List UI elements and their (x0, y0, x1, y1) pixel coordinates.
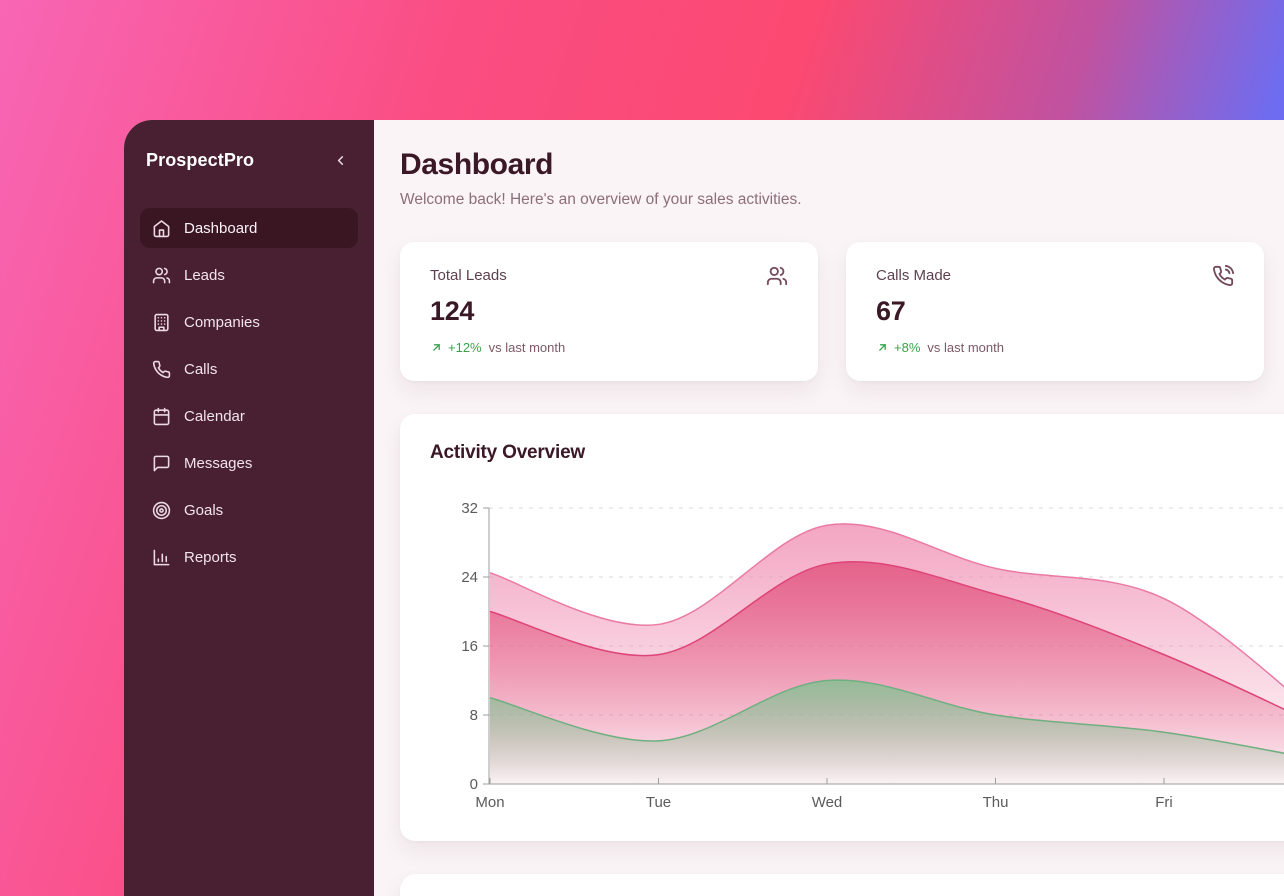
page-subtitle: Welcome back! Here's an overview of your… (400, 191, 1284, 209)
sidebar-item-label: Dashboard (184, 220, 257, 237)
svg-text:32: 32 (461, 500, 478, 517)
phone-icon (152, 360, 171, 379)
stat-value: 124 (430, 296, 788, 327)
sidebar-item-dashboard[interactable]: Dashboard (140, 208, 358, 248)
sidebar-item-label: Leads (184, 267, 225, 284)
svg-text:0: 0 (470, 776, 478, 793)
sidebar-item-companies[interactable]: Companies (140, 302, 358, 342)
main-content: Dashboard Welcome back! Here's an overvi… (374, 120, 1284, 896)
collapse-sidebar-button[interactable] (328, 148, 352, 172)
sidebar-item-label: Calls (184, 361, 217, 378)
stat-label: Calls Made (876, 267, 951, 284)
trend-value: +12% (448, 340, 482, 355)
stat-card-calls-made: Calls Made 67 +8% vs last month (846, 242, 1264, 381)
sidebar-item-reports[interactable]: Reports (140, 537, 358, 577)
home-icon (152, 219, 171, 238)
trend-suffix: vs last month (927, 340, 1004, 355)
svg-text:Thu: Thu (983, 794, 1009, 811)
sidebar-nav: Dashboard Leads Companies Calls Calendar… (140, 208, 358, 577)
sidebar-item-label: Companies (184, 314, 260, 331)
users-icon (766, 265, 788, 287)
sidebar-header: ProspectPro (140, 120, 358, 172)
trend-up-icon (876, 341, 889, 354)
svg-text:24: 24 (461, 569, 478, 586)
sidebar-item-calls[interactable]: Calls (140, 349, 358, 389)
stat-value: 67 (876, 296, 1234, 327)
page-title: Dashboard (400, 148, 1284, 182)
chevron-left-icon (333, 153, 348, 168)
svg-text:16: 16 (461, 638, 478, 655)
trend-up-icon (430, 341, 443, 354)
sidebar-item-messages[interactable]: Messages (140, 443, 358, 483)
svg-text:8: 8 (470, 707, 478, 724)
trend-suffix: vs last month (489, 340, 566, 355)
calendar-icon (152, 407, 171, 426)
brand-logo-text: ProspectPro (146, 150, 254, 171)
users-icon (152, 266, 171, 285)
phone-call-icon (1212, 265, 1234, 287)
activity-overview-card: Activity Overview 08162432MonTueWedThuFr… (400, 414, 1284, 841)
svg-text:Fri: Fri (1155, 794, 1173, 811)
app-window: ProspectPro Dashboard Leads Companies Ca… (124, 120, 1284, 896)
target-icon (152, 501, 171, 520)
stat-card-total-leads: Total Leads 124 +12% vs last month (400, 242, 818, 381)
desktop: { "sidebar": { "brand": "ProspectPro", "… (0, 0, 1284, 896)
svg-text:Wed: Wed (812, 794, 843, 811)
sidebar: ProspectPro Dashboard Leads Companies Ca… (124, 120, 374, 896)
svg-text:Mon: Mon (475, 794, 504, 811)
activity-area-chart: 08162432MonTueWedThuFriSat (400, 414, 1284, 841)
stat-trend: +12% vs last month (430, 340, 788, 355)
sidebar-item-label: Goals (184, 502, 223, 519)
bar-chart-icon (152, 548, 171, 567)
sidebar-item-calendar[interactable]: Calendar (140, 396, 358, 436)
sidebar-item-label: Reports (184, 549, 237, 566)
sidebar-item-label: Messages (184, 455, 252, 472)
sidebar-item-goals[interactable]: Goals (140, 490, 358, 530)
stats-row: Total Leads 124 +12% vs last month Calls… (400, 242, 1284, 381)
svg-text:Tue: Tue (646, 794, 671, 811)
stat-trend: +8% vs last month (876, 340, 1234, 355)
trend-value: +8% (894, 340, 920, 355)
sidebar-item-leads[interactable]: Leads (140, 255, 358, 295)
next-section-card (400, 874, 1284, 896)
message-square-icon (152, 454, 171, 473)
building-icon (152, 313, 171, 332)
sidebar-item-label: Calendar (184, 408, 245, 425)
stat-label: Total Leads (430, 267, 507, 284)
